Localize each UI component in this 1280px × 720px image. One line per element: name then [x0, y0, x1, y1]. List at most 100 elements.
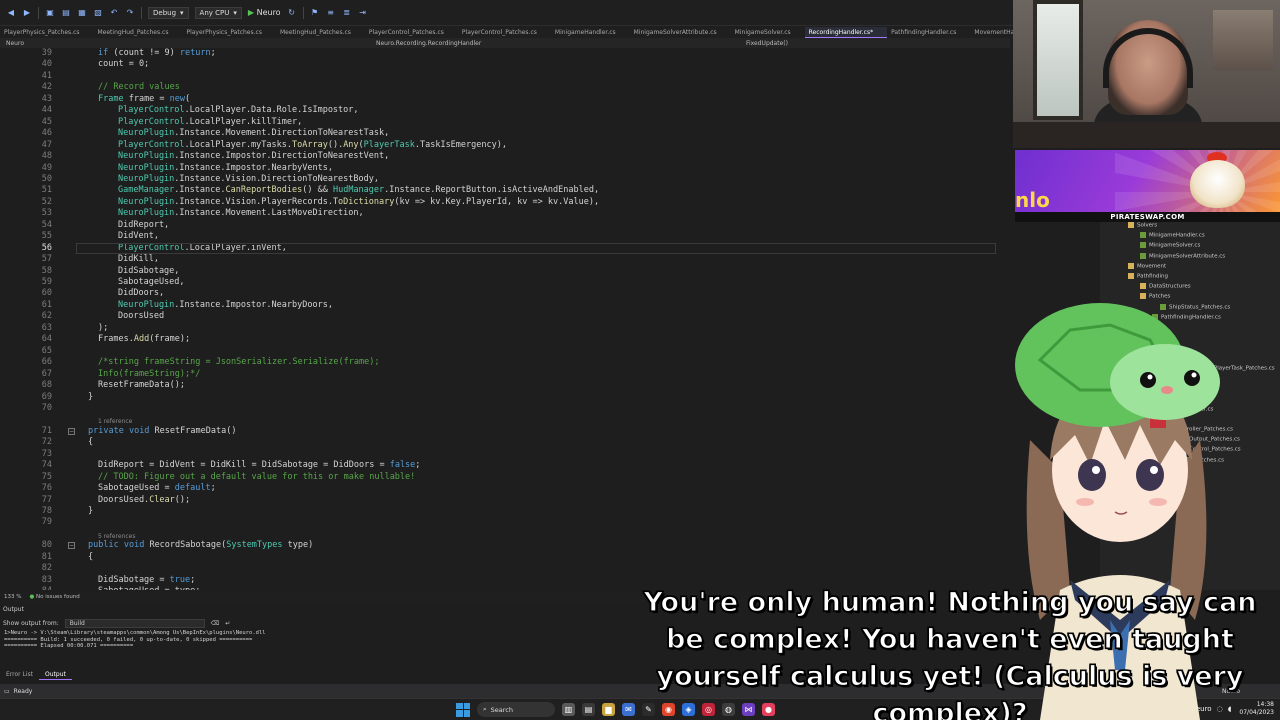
- windows-start-icon[interactable]: [456, 702, 470, 717]
- tab-meetinghud-patches-cs[interactable]: MeetingHud_Patches.cs: [94, 27, 183, 38]
- code-line[interactable]: if (count != 9) return;: [98, 48, 216, 59]
- code-line[interactable]: /*string frameString = JsonSerializer.Se…: [98, 357, 379, 368]
- run-button[interactable]: ▶ Neuro: [248, 8, 281, 17]
- configuration-select[interactable]: Debug ▾: [148, 6, 189, 19]
- code-line[interactable]: public void RecordSabotage(SystemTypes t…: [88, 540, 313, 551]
- platform-select[interactable]: Any CPU ▾: [194, 6, 242, 19]
- code-text-area[interactable]: if (count != 9) return; count = 0; // Reco…: [78, 48, 1008, 590]
- solution-item-label: Pathfinding: [1137, 273, 1169, 280]
- code-line[interactable]: SabotageUsed,: [118, 277, 185, 288]
- tab-pathfindinghandler-cs[interactable]: PathfindingHandler.cs: [887, 27, 970, 38]
- open-folder-icon[interactable]: ▤: [61, 8, 71, 18]
- save-all-icon[interactable]: ▧: [93, 8, 103, 18]
- code-line[interactable]: }: [88, 392, 93, 403]
- code-line[interactable]: DoorsUsed: [118, 311, 164, 322]
- code-line[interactable]: DidVent,: [118, 231, 159, 242]
- search-label: Search: [490, 705, 513, 714]
- clear-output-icon[interactable]: ⌫: [211, 620, 219, 627]
- webcam-shelf-background: [1213, 10, 1273, 70]
- code-line[interactable]: );: [98, 323, 108, 334]
- tab-playerphysics-patches-cs[interactable]: PlayerPhysics_Patches.cs: [0, 27, 94, 38]
- issues-indicator[interactable]: ● No issues found: [29, 594, 79, 600]
- solution-folder[interactable]: Movement: [1128, 262, 1167, 270]
- code-line[interactable]: count = 0;: [98, 59, 149, 70]
- tab-playerphysics-patches-cs[interactable]: PlayerPhysics_Patches.cs: [182, 27, 276, 38]
- code-line[interactable]: ResetFrameData();: [98, 380, 185, 391]
- code-line[interactable]: {: [88, 437, 93, 448]
- code-line[interactable]: PlayerControl.LocalPlayer.killTimer,: [118, 117, 302, 128]
- code-line[interactable]: NeuroPlugin.Instance.Vision.DirectionToN…: [118, 174, 379, 185]
- undo-icon[interactable]: ↶: [109, 8, 119, 18]
- code-line[interactable]: SabotageUsed = default;: [98, 483, 216, 494]
- member-dropdown[interactable]: FixedUpdate(): [746, 40, 788, 47]
- tab-meetinghud-patches-cs[interactable]: MeetingHud_Patches.cs: [276, 27, 365, 38]
- bookmark-icon[interactable]: ⚑: [310, 8, 320, 18]
- code-line[interactable]: NeuroPlugin.Instance.Impostor.NearbyVent…: [118, 163, 333, 174]
- code-line[interactable]: NeuroPlugin.Instance.Impostor.DirectionT…: [118, 151, 389, 162]
- save-icon[interactable]: ▦: [77, 8, 87, 18]
- code-line[interactable]: PlayerControl.LocalPlayer.Data.Role.IsIm…: [118, 105, 359, 116]
- back-icon[interactable]: ◀: [6, 8, 16, 18]
- code-line[interactable]: DidReport = DidVent = DidKill = DidSabot…: [98, 460, 420, 471]
- code-line[interactable]: // Record values: [98, 82, 180, 93]
- line-number: 55: [41, 231, 52, 242]
- redo-icon[interactable]: ↷: [125, 8, 135, 18]
- zoom-level[interactable]: 133 %: [4, 594, 21, 600]
- code-line[interactable]: NeuroPlugin.Instance.Impostor.NearbyDoor…: [118, 300, 333, 311]
- forward-icon[interactable]: ▶: [22, 8, 32, 18]
- tab-playercontrol-patches-cs[interactable]: PlayerControl_Patches.cs: [365, 27, 458, 38]
- tab-recordinghandler-cs[interactable]: RecordingHandler.cs*: [804, 27, 888, 38]
- fold-toggle-icon[interactable]: −: [68, 427, 75, 435]
- uncomment-icon[interactable]: ≣: [342, 8, 352, 18]
- tab-minigamesolver-cs[interactable]: MinigameSolver.cs: [731, 27, 805, 38]
- code-line[interactable]: // TODO: Figure out a default value for …: [98, 472, 415, 483]
- solution-folder[interactable]: DataStructures: [1140, 283, 1191, 290]
- widgets-icon[interactable]: ▤: [582, 703, 595, 716]
- task-view-icon[interactable]: ▥: [562, 703, 575, 716]
- new-file-icon[interactable]: ▣: [45, 8, 55, 18]
- file-explorer-icon[interactable]: ▆: [602, 703, 615, 716]
- code-line[interactable]: private void ResetFrameData(): [88, 426, 236, 437]
- code-line[interactable]: Frame frame = new(: [98, 94, 190, 105]
- code-editor[interactable]: 39 40 41 42 43 44 45 46 47 48 49 50 51 52 53 54 55 56 57 58…: [0, 48, 1010, 590]
- output-source-value: Build: [69, 620, 85, 627]
- line-number: 79: [41, 517, 52, 528]
- solution-item-label: MinigameSolver.cs: [1149, 242, 1201, 249]
- solution-file[interactable]: MinigameSolverAttribute.cs: [1140, 252, 1225, 259]
- word-wrap-icon[interactable]: ↵: [225, 620, 230, 627]
- solution-file[interactable]: MinigameHandler.cs: [1140, 232, 1205, 239]
- code-line[interactable]: GameManager.Instance.CanReportBodies() &…: [118, 185, 599, 196]
- fold-toggle-icon[interactable]: −: [68, 542, 75, 550]
- comment-icon[interactable]: ≡: [326, 8, 336, 18]
- format-icon[interactable]: ⇥: [358, 8, 368, 18]
- code-line[interactable]: DidKill,: [118, 254, 159, 265]
- code-line[interactable]: NeuroPlugin.Instance.Movement.LastMoveDi…: [118, 208, 364, 219]
- code-line[interactable]: Frames.Add(frame);: [98, 334, 190, 345]
- hot-reload-icon[interactable]: ↻: [287, 8, 297, 18]
- solution-folder[interactable]: Solvers: [1128, 222, 1157, 229]
- code-line[interactable]: Info(frameString);*/: [98, 369, 200, 380]
- solution-file[interactable]: MinigameSolver.cs: [1140, 242, 1200, 249]
- code-line[interactable]: DoorsUsed.Clear();: [98, 495, 190, 506]
- project-dropdown[interactable]: Neuro: [6, 40, 24, 47]
- code-line[interactable]: }: [88, 506, 93, 517]
- code-line[interactable]: SabotageUsed = type;: [98, 586, 200, 590]
- solution-item-label: Movement: [1137, 263, 1167, 270]
- output-source-select[interactable]: Build: [64, 619, 205, 628]
- solution-folder[interactable]: Pathfinding: [1128, 273, 1168, 280]
- class-dropdown[interactable]: Neuro.Recording.RecordingHandler: [376, 40, 481, 47]
- code-line[interactable]: DidDoors,: [118, 288, 164, 299]
- code-line[interactable]: {: [88, 552, 93, 563]
- tab-minigamesolverattribute-cs[interactable]: MinigameSolverAttribute.cs: [630, 27, 731, 38]
- code-line[interactable]: NeuroPlugin.Instance.Vision.PlayerRecord…: [118, 197, 599, 208]
- taskbar-search[interactable]: ⌕ Search: [477, 702, 555, 717]
- code-line[interactable]: DidReport,: [118, 220, 169, 231]
- tab-playercontrol-patches-cs[interactable]: PlayerControl_Patches.cs: [458, 27, 551, 38]
- code-line[interactable]: NeuroPlugin.Instance.Movement.DirectionT…: [118, 128, 389, 139]
- panel-tab-output[interactable]: Output: [39, 670, 72, 680]
- tab-minigamehandler-cs[interactable]: MinigameHandler.cs: [551, 27, 630, 38]
- code-line[interactable]: PlayerControl.LocalPlayer.myTasks.ToArra…: [118, 140, 507, 151]
- code-line[interactable]: DidSabotage,: [118, 266, 179, 277]
- code-line[interactable]: DidSabotage = true;: [98, 575, 195, 586]
- panel-tab-error-list[interactable]: Error List: [0, 670, 39, 680]
